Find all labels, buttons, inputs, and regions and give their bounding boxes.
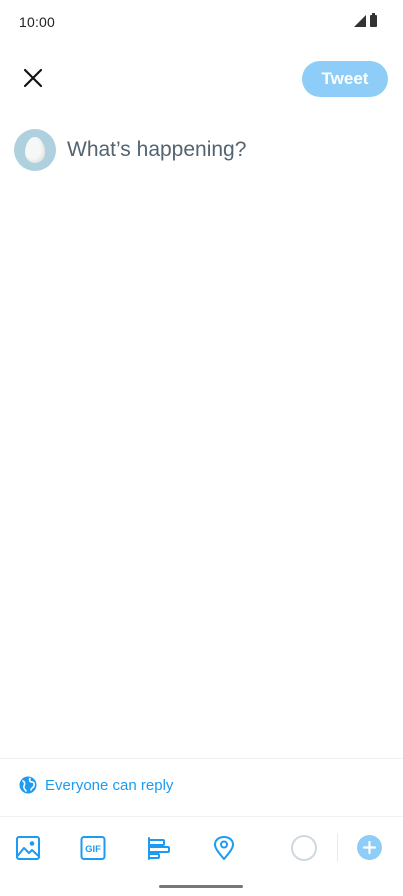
battery-icon: [370, 13, 377, 27]
add-poll-button[interactable]: [144, 833, 174, 863]
default-egg-avatar-icon: [25, 137, 45, 163]
close-button[interactable]: [17, 62, 49, 94]
signal-icon: [354, 15, 366, 27]
add-gif-button[interactable]: GIF: [78, 833, 108, 863]
add-location-button[interactable]: [209, 833, 239, 863]
gif-icon: GIF: [80, 836, 106, 860]
tweet-button[interactable]: Tweet: [302, 61, 388, 97]
add-media-button[interactable]: [13, 833, 43, 863]
avatar[interactable]: [14, 129, 56, 171]
home-indicator[interactable]: [159, 885, 243, 888]
status-icons: [354, 13, 377, 27]
plus-icon: [363, 841, 376, 854]
compose-tweet-screen: 10:00 Tweet Everyone can reply: [0, 0, 403, 896]
divider: [0, 816, 403, 817]
close-icon: [23, 68, 43, 88]
add-thread-button[interactable]: [357, 835, 382, 860]
reply-setting-button[interactable]: Everyone can reply: [19, 776, 173, 794]
character-counter: [291, 835, 317, 861]
location-icon: [214, 836, 234, 860]
image-icon: [16, 836, 40, 860]
status-bar: 10:00: [0, 0, 403, 44]
reply-setting-label: Everyone can reply: [45, 776, 174, 794]
status-time: 10:00: [19, 14, 56, 30]
toolbar-separator: [337, 833, 338, 862]
divider: [0, 758, 403, 759]
compose-tweet-input[interactable]: [67, 133, 377, 167]
poll-icon: [148, 837, 170, 860]
globe-icon: [19, 776, 37, 794]
gif-glyph: GIF: [85, 844, 101, 855]
